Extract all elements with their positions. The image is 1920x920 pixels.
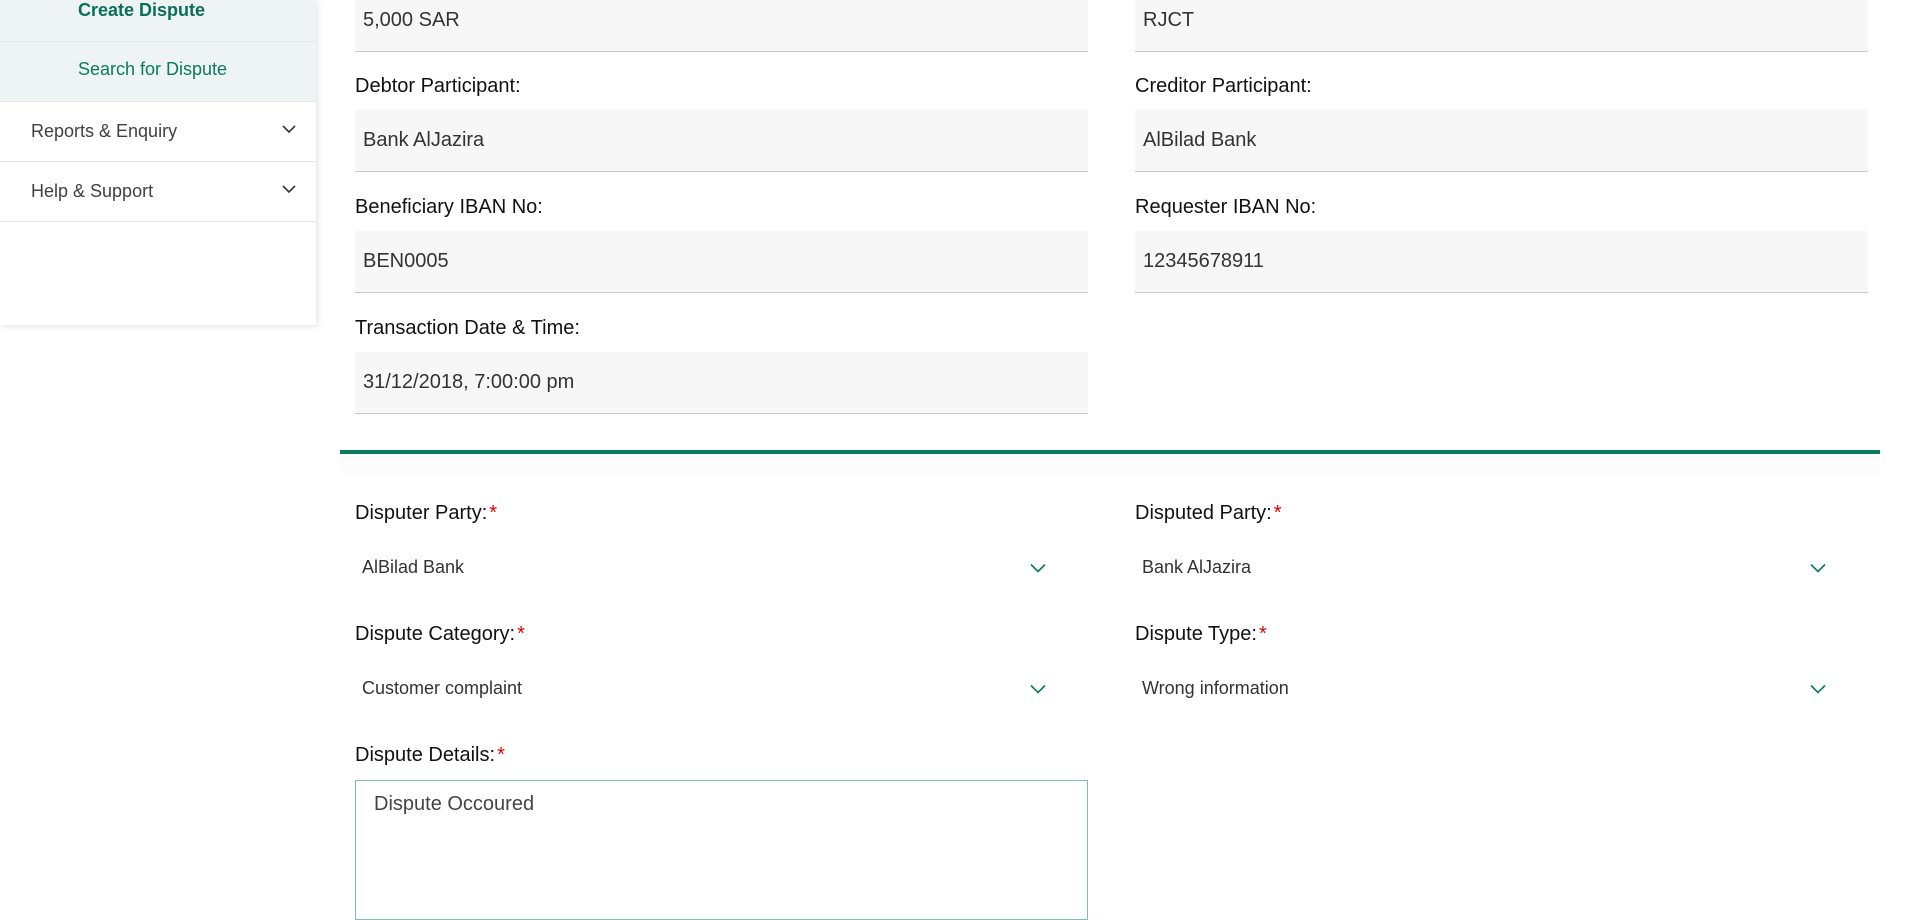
dispute-details-label-text: Dispute Details: xyxy=(355,744,496,766)
creditor-participant-value: AlBilad Bank xyxy=(1143,129,1257,151)
disputer-party-select[interactable]: AlBilad Bank xyxy=(355,542,1088,592)
chevron-down-icon xyxy=(1810,563,1826,573)
creditor-participant-field: AlBilad Bank xyxy=(1135,110,1868,172)
creditor-participant-label: Creditor Participant: xyxy=(1135,75,1312,97)
status-field: RJCT xyxy=(1135,0,1868,52)
transaction-datetime-field: 31/12/2018, 7:00:00 pm xyxy=(355,352,1088,414)
chevron-down-icon xyxy=(282,184,296,196)
required-mark: * xyxy=(489,502,498,524)
dispute-type-value: Wrong information xyxy=(1142,677,1289,698)
chevron-down-icon xyxy=(1030,684,1046,694)
transaction-datetime-label: Transaction Date & Time: xyxy=(355,317,580,339)
disputer-party-label-text: Disputer Party: xyxy=(355,502,488,524)
sidebar-item-search-dispute[interactable]: Search for Dispute xyxy=(0,42,316,102)
sidebar-item-reports-enquiry[interactable]: Reports & Enquiry xyxy=(0,102,316,162)
debtor-participant-value: Bank AlJazira xyxy=(363,129,485,151)
dispute-details-value: Dispute Occoured xyxy=(374,793,535,815)
chevron-down-icon xyxy=(282,124,296,136)
required-mark: * xyxy=(1258,623,1267,645)
debtor-participant-field: Bank AlJazira xyxy=(355,110,1088,172)
amount-field: 5,000 SAR xyxy=(355,0,1088,52)
dispute-type-select[interactable]: Wrong information xyxy=(1135,663,1868,713)
disputed-party-value: Bank AlJazira xyxy=(1142,556,1252,577)
disputed-party-label: Disputed Party: * xyxy=(1135,502,1282,525)
requester-iban-field: 12345678911 xyxy=(1135,231,1868,293)
amount-value: 5,000 SAR xyxy=(363,9,460,31)
disputed-party-label-text: Disputed Party: xyxy=(1135,502,1272,524)
debtor-participant-label: Debtor Participant: xyxy=(355,75,521,97)
beneficiary-iban-value: BEN0005 xyxy=(363,250,449,272)
dispute-type-label: Dispute Type: * xyxy=(1135,623,1267,646)
required-mark: * xyxy=(497,744,505,766)
disputer-party-label: Disputer Party: * xyxy=(355,502,497,525)
dispute-form: 5,000 SAR RJCT Debtor Participant: Bank … xyxy=(340,0,1880,920)
sidebar-item-help-support[interactable]: Help & Support xyxy=(0,162,316,222)
requester-iban-label: Requester IBAN No: xyxy=(1135,196,1317,218)
dispute-category-label-text: Dispute Category: xyxy=(355,623,516,645)
beneficiary-iban-label: Beneficiary IBAN No: xyxy=(355,196,543,218)
sidebar-item-label: Search for Dispute xyxy=(78,59,228,79)
chevron-down-icon xyxy=(1810,684,1826,694)
sidebar: Create Dispute Search for Dispute Report… xyxy=(0,0,316,325)
status-value: RJCT xyxy=(1143,9,1195,31)
sidebar-item-label: Reports & Enquiry xyxy=(31,121,178,141)
required-mark: * xyxy=(517,623,525,645)
sidebar-item-label: Create Dispute xyxy=(78,0,206,20)
transaction-datetime-value: 31/12/2018, 7:00:00 pm xyxy=(363,371,575,393)
dispute-type-label-text: Dispute Type: xyxy=(1135,623,1257,645)
required-mark: * xyxy=(1273,502,1282,524)
requester-iban-value: 12345678911 xyxy=(1143,250,1264,272)
dispute-details-label: Dispute Details: * xyxy=(355,744,505,767)
chevron-down-icon xyxy=(1030,563,1046,573)
beneficiary-iban-field: BEN0005 xyxy=(355,231,1088,293)
dispute-details-textarea[interactable]: Dispute Occoured xyxy=(355,780,1088,920)
dispute-category-label: Dispute Category: * xyxy=(355,623,525,646)
disputed-party-select[interactable]: Bank AlJazira xyxy=(1135,542,1868,592)
sidebar-item-label: Help & Support xyxy=(31,181,154,201)
sidebar-item-create-dispute[interactable]: Create Dispute xyxy=(0,0,316,42)
dispute-category-value: Customer complaint xyxy=(362,677,523,698)
section-shade xyxy=(340,454,1880,486)
dispute-category-select[interactable]: Customer complaint xyxy=(355,663,1088,713)
disputer-party-value: AlBilad Bank xyxy=(362,556,465,577)
